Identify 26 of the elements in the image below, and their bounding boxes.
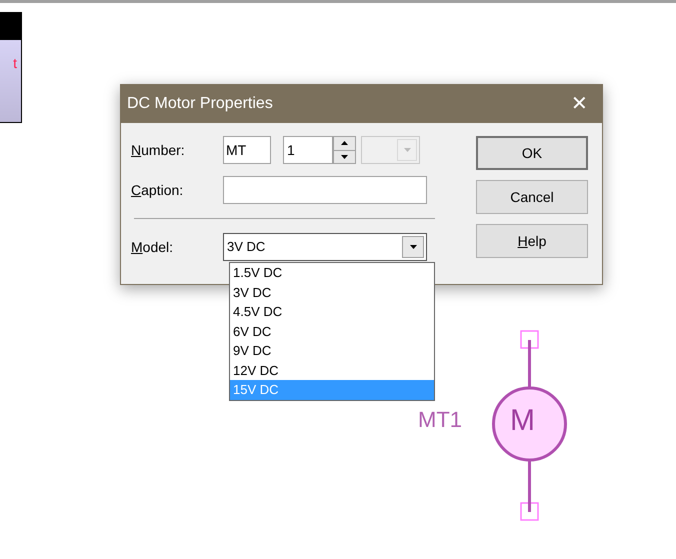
dialog-button[interactable]: Cancel (476, 180, 588, 214)
model-option[interactable]: 3V DC (230, 282, 434, 302)
dropdown-arrow-icon[interactable] (410, 245, 416, 249)
model-option[interactable]: 1.5V DC (230, 263, 434, 282)
model-dropdown[interactable]: 3V DC (223, 233, 427, 261)
number-field[interactable]: 1 (283, 136, 333, 164)
motor-symbol-letter: M (510, 406, 535, 436)
dialog-button[interactable]: OK (476, 136, 588, 170)
model-label: Model: (131, 238, 174, 256)
model-option[interactable]: 4.5V DC (230, 302, 434, 322)
number-label: Number: (131, 140, 186, 160)
close-button[interactable]: ✕ (571, 89, 588, 119)
motor-reference: MT1 (418, 409, 462, 431)
spin-down-icon[interactable] (341, 154, 348, 159)
spin-up-icon[interactable] (341, 141, 348, 146)
caption-label: Caption: (131, 180, 184, 200)
dropdown-arrow-icon (404, 148, 410, 152)
caption-field[interactable] (223, 176, 427, 204)
model-option[interactable]: 12V DC (230, 360, 434, 380)
spin-buttons[interactable] (333, 136, 356, 164)
model-option[interactable]: 9V DC (230, 341, 434, 360)
model-option[interactable]: 6V DC (230, 322, 434, 341)
window-title: DC Motor Properties (127, 94, 273, 114)
prefix-field[interactable]: MT (223, 136, 271, 164)
block-text: t (13, 56, 17, 70)
dialog-button[interactable]: Help (476, 224, 588, 258)
